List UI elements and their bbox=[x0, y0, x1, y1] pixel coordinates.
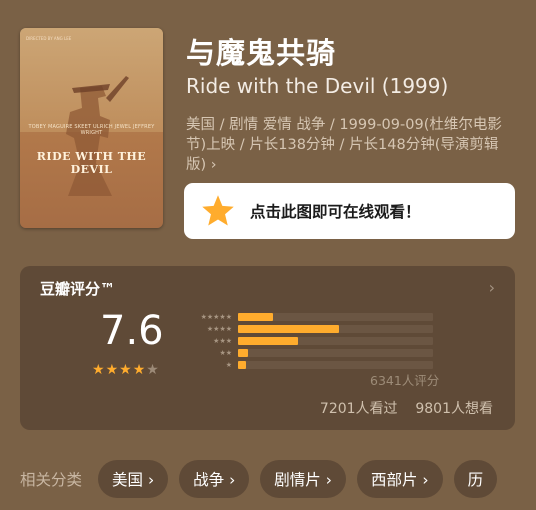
rating-bar-track bbox=[238, 325, 433, 333]
chevron-right-icon[interactable]: › bbox=[489, 278, 495, 297]
watch-online-text: 点击此图即可在线观看！ bbox=[250, 203, 421, 221]
rating-bar-fill bbox=[238, 313, 274, 321]
rating-bar-track bbox=[238, 313, 433, 321]
category-tag[interactable]: 剧情片 › bbox=[260, 460, 346, 498]
rating-bar-stars: ★ bbox=[225, 361, 232, 369]
rating-bar-stars: ★★★ bbox=[213, 337, 232, 345]
rating-bar-track bbox=[238, 361, 433, 369]
rating-stars: ★★★★★ bbox=[92, 362, 160, 378]
rating-bar-fill bbox=[238, 325, 340, 333]
rating-score: 7.6 bbox=[100, 308, 164, 354]
movie-original-title: Ride with the Devil (1999) bbox=[186, 74, 449, 98]
related-tags: 相关分类 美国 › 战争 › 剧情片 › 西部片 › 历 bbox=[20, 460, 508, 498]
ratings-count[interactable]: 6341人评分 bbox=[370, 370, 439, 389]
rating-bar-fill bbox=[238, 361, 246, 369]
rating-bar-fill bbox=[238, 337, 299, 345]
rating-bar-fill bbox=[238, 349, 248, 357]
star-icon bbox=[202, 195, 234, 226]
rating-bar-stars: ★★★★ bbox=[206, 325, 232, 333]
want-count[interactable]: 9801人想看 bbox=[415, 401, 493, 417]
poster-top-text: DIRECTED BY ANG LEE bbox=[26, 36, 72, 41]
rating-star-icon: ★ bbox=[105, 362, 120, 378]
rating-bar-stars: ★★ bbox=[219, 349, 232, 357]
rating-bar-track bbox=[238, 337, 433, 345]
rating-card[interactable]: 豆瓣评分™ › 7.6 ★★★★★ ★★★★★ ★★★★ ★★★ ★★ ★ 6341人评… bbox=[20, 266, 515, 430]
rating-bar-track bbox=[238, 349, 433, 357]
movie-poster[interactable]: DIRECTED BY ANG LEE TOBEY MAGUIRE SKEET … bbox=[20, 28, 163, 228]
poster-title: RIDE WITH THE DEVIL bbox=[36, 150, 147, 176]
rating-star-icon: ★ bbox=[146, 362, 160, 378]
watched-count[interactable]: 7201人看过 bbox=[320, 401, 398, 417]
rating-star-icon: ★ bbox=[132, 362, 147, 378]
rating-star-icon: ★ bbox=[92, 362, 106, 378]
movie-title: 与魔鬼共骑 bbox=[186, 36, 337, 70]
category-tag[interactable]: 战争 › bbox=[179, 460, 250, 498]
related-tags-label: 相关分类 bbox=[20, 471, 83, 489]
category-tag[interactable]: 美国 › bbox=[98, 460, 169, 498]
rating-star-icon: ★ bbox=[119, 362, 133, 378]
rating-bar-stars: ★★★★★ bbox=[200, 313, 232, 321]
poster-cast: TOBEY MAGUIRE SKEET ULRICH JEWEL JEFFREY… bbox=[28, 124, 155, 136]
category-tag[interactable]: 历 bbox=[453, 460, 498, 498]
watch-online-banner[interactable]: 点击此图即可在线观看！ bbox=[184, 183, 515, 239]
movie-meta[interactable]: 美国 / 剧情 爱情 战争 / 1999-09-09(杜维尔电影节)上映 / 片… bbox=[186, 115, 516, 175]
category-tag[interactable]: 西部片 › bbox=[356, 460, 443, 498]
watch-counts: 7201人看过 9801人想看 bbox=[320, 398, 493, 418]
rating-label: 豆瓣评分™ bbox=[40, 280, 116, 298]
